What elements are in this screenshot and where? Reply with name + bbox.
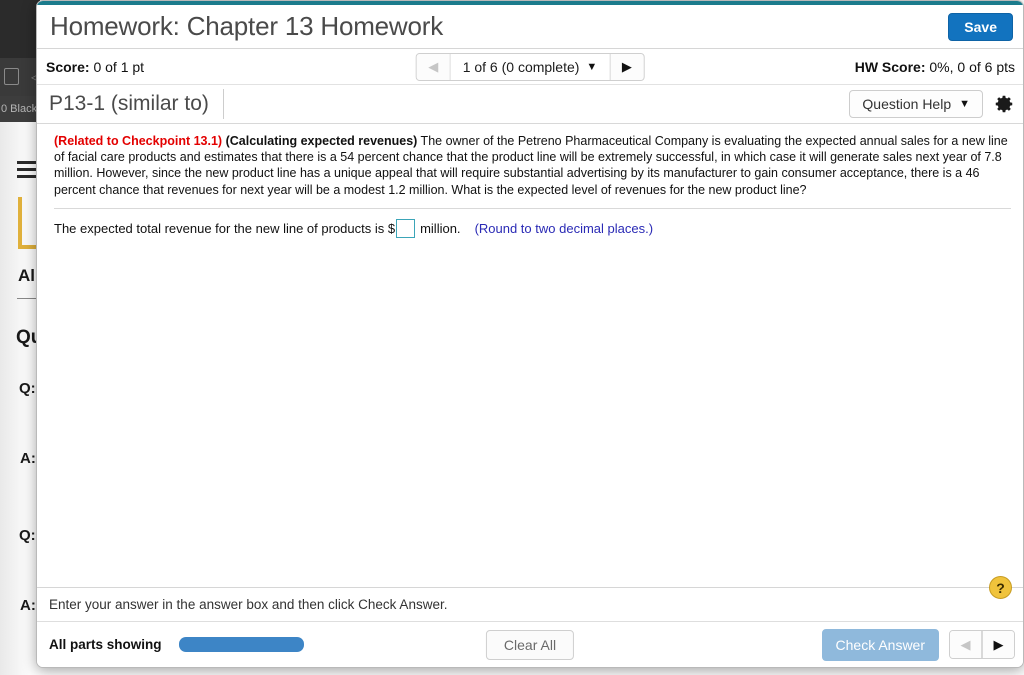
background-fragment-q2: Q: — [19, 527, 36, 544]
save-button[interactable]: Save — [948, 12, 1013, 41]
question-help-label: Question Help — [862, 96, 952, 112]
hw-score-value: 0%, 0 of 6 pts — [929, 58, 1015, 75]
answer-row: The expected total revenue for the new l… — [37, 209, 1023, 238]
answer-input[interactable] — [396, 218, 416, 238]
clear-all-button[interactable]: Clear All — [485, 629, 575, 660]
parts-showing-label: All parts showing — [49, 637, 162, 652]
background-fragment-q1: Q: — [19, 380, 36, 397]
rounding-note: (Round to two decimal places.) — [474, 220, 654, 236]
question-navigator: ◀ 1 of 6 (0 complete) ▼ ▶ — [415, 52, 645, 81]
question-id: P13-1 (similar to) — [49, 89, 224, 119]
footer-next-button[interactable]: ▶ — [982, 631, 1014, 658]
check-answer-button[interactable]: Check Answer — [821, 628, 939, 661]
checkpoint-reference: (Related to Checkpoint 13.1) — [54, 134, 223, 148]
background-toolbar: ◁ — [0, 58, 40, 96]
hw-score-label: HW Score: — [854, 58, 926, 75]
chevron-down-icon: ▼ — [959, 98, 970, 110]
question-text: (Related to Checkpoint 13.1) (Calculatin… — [37, 124, 1023, 206]
background-dark-bar — [0, 0, 40, 58]
question-select-label: 1 of 6 (0 complete) — [462, 58, 580, 75]
screen: ◁ 0 Black All Qu Q: A: Q: A: Homework: C… — [0, 0, 1024, 675]
score-label: Score: — [46, 58, 90, 75]
parts-progress-bar — [178, 637, 304, 652]
footer-bar: All parts showing Clear All Check Answer… — [37, 621, 1023, 667]
score-value: 0 of 1 pt — [93, 58, 145, 75]
footer-hint-text: Enter your answer in the answer box and … — [49, 597, 448, 612]
question-topic: (Calculating expected revenues) — [225, 134, 418, 148]
background-page: ◁ 0 Black All Qu Q: A: Q: A: — [0, 0, 40, 675]
square-icon — [4, 68, 19, 85]
page-title: Homework: Chapter 13 Homework — [50, 11, 444, 41]
answer-prompt-prefix: The expected total revenue for the new l… — [54, 220, 396, 236]
footer-previous-button[interactable]: ◀ — [950, 631, 982, 658]
background-fragment-a2: A: — [20, 597, 36, 614]
question-id-bar: P13-1 (similar to) Question Help ▼ — [37, 85, 1023, 124]
next-question-button[interactable]: ▶ — [609, 53, 644, 80]
gear-icon[interactable] — [993, 93, 1015, 115]
question-select-dropdown[interactable]: 1 of 6 (0 complete) ▼ — [450, 53, 610, 80]
chevron-down-icon: ▼ — [586, 60, 598, 73]
question-help-button[interactable]: Question Help ▼ — [849, 90, 983, 118]
score-bar: Score: 0 of 1 pt ◀ 1 of 6 (0 complete) ▼… — [37, 49, 1023, 85]
footer-navigator: ◀ ▶ — [949, 630, 1015, 659]
homework-modal: Homework: Chapter 13 Homework Save Score… — [36, 0, 1024, 668]
help-icon[interactable]: ? — [989, 576, 1012, 599]
question-body: (Related to Checkpoint 13.1) (Calculatin… — [37, 124, 1023, 587]
background-fragment-a1: A: — [20, 450, 36, 467]
score-display: Score: 0 of 1 pt — [46, 59, 144, 75]
previous-question-button[interactable]: ◀ — [416, 53, 451, 80]
hw-score-display: HW Score: 0%, 0 of 6 pts — [855, 59, 1015, 75]
modal-header: Homework: Chapter 13 Homework Save — [37, 5, 1023, 49]
question-tools: Question Help ▼ — [849, 90, 1015, 118]
answer-prompt-suffix: million. — [420, 220, 461, 236]
footer-hint-bar: Enter your answer in the answer box and … — [37, 576, 1023, 621]
footer-actions: Check Answer ◀ ▶ — [821, 628, 1015, 661]
background-status-text: 0 Black — [0, 96, 40, 122]
